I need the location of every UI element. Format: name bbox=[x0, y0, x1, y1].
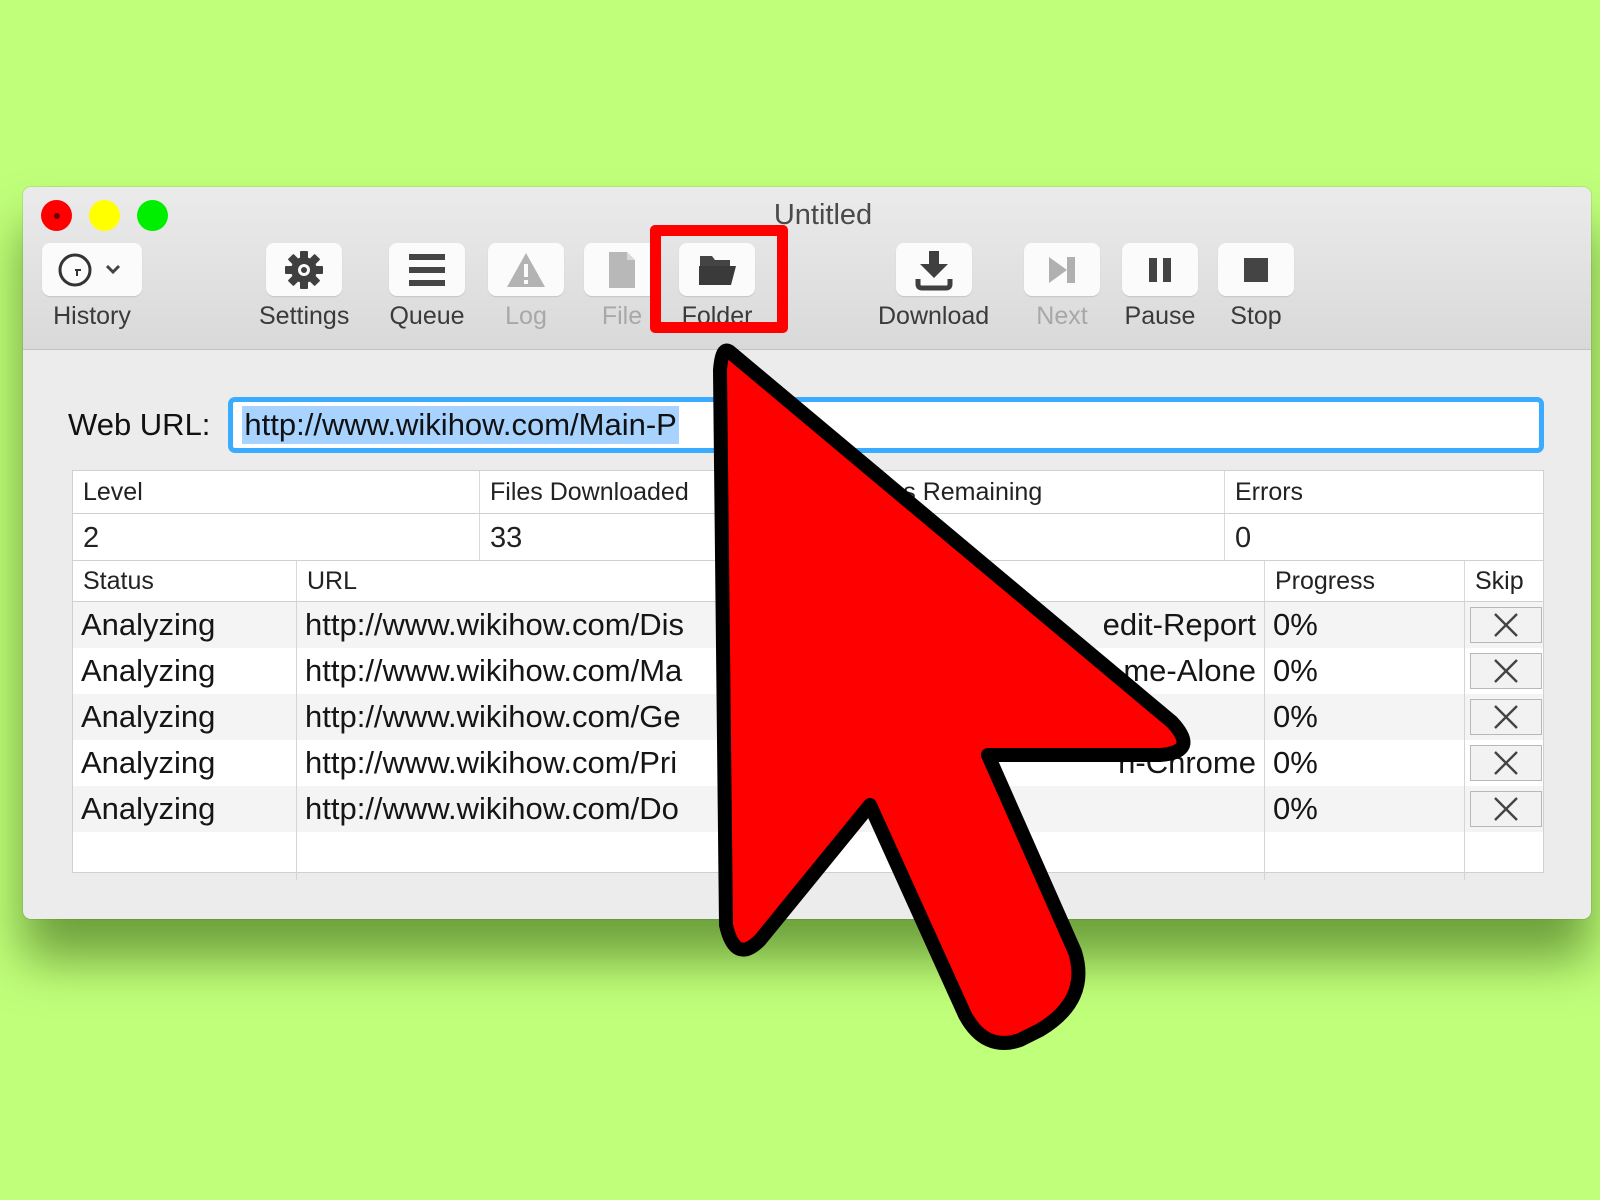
row-url-end: me-Alone bbox=[1123, 653, 1256, 688]
window-title: Untitled bbox=[773, 199, 873, 231]
close-icon bbox=[1494, 705, 1518, 729]
skip-button[interactable] bbox=[1470, 653, 1542, 689]
row-url-end: edit-Report bbox=[1102, 607, 1256, 642]
column-header-progress[interactable]: Progress bbox=[1265, 561, 1465, 601]
row-skip-cell bbox=[1465, 740, 1543, 786]
stop-button[interactable]: Stop bbox=[1218, 243, 1294, 331]
download-label: Download bbox=[878, 302, 990, 330]
stats-header-files-remaining: Files Remaining bbox=[853, 471, 1225, 513]
queue-row[interactable]: Analyzing http://www.wikihow.com/Ma me-Alo… bbox=[73, 648, 1543, 694]
stats-value-files-downloaded: 33 bbox=[480, 514, 853, 562]
skip-button[interactable] bbox=[1470, 745, 1542, 781]
row-status: Analyzing bbox=[73, 648, 297, 694]
skip-button[interactable] bbox=[1470, 699, 1542, 735]
folder-highlight-box bbox=[650, 225, 788, 333]
row-progress: 0% bbox=[1265, 694, 1465, 740]
row-url: http://www.wikihow.com/Ma me-Alone bbox=[297, 648, 1265, 694]
row-skip-cell bbox=[1465, 602, 1543, 648]
chevron-down-icon bbox=[105, 264, 121, 274]
stats-value-errors: 0 bbox=[1235, 521, 1252, 554]
row-status: Analyzing bbox=[73, 694, 297, 740]
stop-icon bbox=[1244, 257, 1268, 282]
queue-rows: Analyzing http://www.wikihow.com/Dis edit-… bbox=[73, 602, 1543, 832]
column-header-status[interactable]: Status bbox=[73, 561, 297, 601]
stop-label: Stop bbox=[1230, 302, 1282, 330]
row-skip-cell bbox=[1465, 786, 1543, 832]
column-header-skip[interactable]: Skip bbox=[1465, 561, 1543, 601]
row-skip-cell bbox=[1465, 648, 1543, 694]
queue-header-row: Status URL Progress Skip bbox=[73, 561, 1543, 602]
column-header-url[interactable]: URL bbox=[297, 561, 1265, 601]
web-url-value: http://www.wikihow.com/Main-P bbox=[242, 406, 679, 444]
stats-header-files-downloaded: Files Downloaded bbox=[480, 471, 853, 513]
row-url-start: http://www.wikihow.com/Dis bbox=[305, 607, 684, 642]
row-url: http://www.wikihow.com/Pri n-Chrome bbox=[297, 740, 1265, 786]
close-icon bbox=[1494, 751, 1518, 775]
queue-table: Status URL Progress Skip Analyzing http:/… bbox=[72, 560, 1544, 880]
history-label: History bbox=[53, 302, 131, 330]
warning-icon bbox=[507, 252, 545, 287]
close-icon bbox=[1494, 613, 1518, 637]
stats-value-level: 2 bbox=[73, 514, 480, 562]
queue-empty-space bbox=[73, 832, 1543, 880]
skip-button[interactable] bbox=[1470, 607, 1542, 643]
close-icon bbox=[1494, 797, 1518, 821]
log-button[interactable]: Log bbox=[488, 243, 564, 331]
row-progress: 0% bbox=[1265, 786, 1465, 832]
pause-label: Pause bbox=[1124, 302, 1196, 330]
web-url-label: Web URL: bbox=[68, 407, 211, 442]
stats-value-row: 2 33 0 bbox=[73, 514, 1543, 562]
stats-header-row: Level Files Downloaded Files Remaining E… bbox=[73, 471, 1543, 514]
row-skip-cell bbox=[1465, 694, 1543, 740]
settings-button[interactable]: Settings bbox=[259, 243, 349, 331]
queue-button[interactable]: Queue bbox=[389, 243, 465, 331]
title-bar: Untitled History Settings Queue Log File… bbox=[23, 187, 1591, 350]
stats-header-errors: Errors bbox=[1235, 477, 1304, 506]
row-url-end: n-Chrome bbox=[1118, 745, 1256, 780]
download-button[interactable]: Download bbox=[878, 243, 989, 331]
pause-icon bbox=[1149, 257, 1171, 282]
next-label: Next bbox=[1036, 302, 1088, 330]
queue-label: Queue bbox=[389, 302, 465, 330]
stats-value-files-remaining bbox=[853, 514, 1225, 562]
queue-row[interactable]: Analyzing http://www.wikihow.com/Ge 0% bbox=[73, 694, 1543, 740]
skip-button[interactable] bbox=[1470, 791, 1542, 827]
url-row: Web URL: http://www.wikihow.com/Main-P bbox=[68, 397, 1545, 453]
file-icon bbox=[609, 251, 635, 288]
web-url-input[interactable]: http://www.wikihow.com/Main-P bbox=[228, 397, 1545, 453]
row-progress: 0% bbox=[1265, 602, 1465, 648]
file-button[interactable]: File bbox=[584, 243, 660, 331]
row-url-start: http://www.wikihow.com/Do bbox=[305, 791, 679, 826]
skip-forward-icon bbox=[1049, 256, 1075, 283]
row-progress: 0% bbox=[1265, 648, 1465, 694]
next-button[interactable]: Next bbox=[1024, 243, 1100, 331]
gear-icon bbox=[285, 250, 324, 289]
pause-button[interactable]: Pause bbox=[1122, 243, 1198, 331]
row-url: http://www.wikihow.com/Dis edit-Report bbox=[297, 602, 1265, 648]
stats-header-level: Level bbox=[73, 471, 480, 513]
download-icon bbox=[915, 250, 953, 290]
close-icon bbox=[1494, 659, 1518, 683]
queue-row[interactable]: Analyzing http://www.wikihow.com/Dis edit-… bbox=[73, 602, 1543, 648]
row-url-start: http://www.wikihow.com/Ge bbox=[305, 699, 681, 734]
row-status: Analyzing bbox=[73, 786, 297, 832]
app-window: Untitled History Settings Queue Log File… bbox=[23, 187, 1591, 919]
row-url: http://www.wikihow.com/Ge bbox=[297, 694, 1265, 740]
row-progress: 0% bbox=[1265, 740, 1465, 786]
clock-icon bbox=[58, 253, 121, 286]
settings-label: Settings bbox=[259, 302, 350, 330]
queue-row[interactable]: Analyzing http://www.wikihow.com/Do 0% bbox=[73, 786, 1543, 832]
stats-table: Level Files Downloaded Files Remaining E… bbox=[72, 470, 1544, 563]
queue-row[interactable]: Analyzing http://www.wikihow.com/Pri n-Chr… bbox=[73, 740, 1543, 786]
row-status: Analyzing bbox=[73, 602, 297, 648]
log-label: Log bbox=[505, 302, 547, 330]
row-status: Analyzing bbox=[73, 740, 297, 786]
row-url-start: http://www.wikihow.com/Pri bbox=[305, 745, 678, 780]
file-label: File bbox=[601, 302, 643, 330]
row-url: http://www.wikihow.com/Do bbox=[297, 786, 1265, 832]
row-url-start: http://www.wikihow.com/Ma bbox=[305, 653, 683, 688]
list-icon bbox=[409, 253, 445, 286]
history-button[interactable]: History bbox=[42, 243, 142, 331]
